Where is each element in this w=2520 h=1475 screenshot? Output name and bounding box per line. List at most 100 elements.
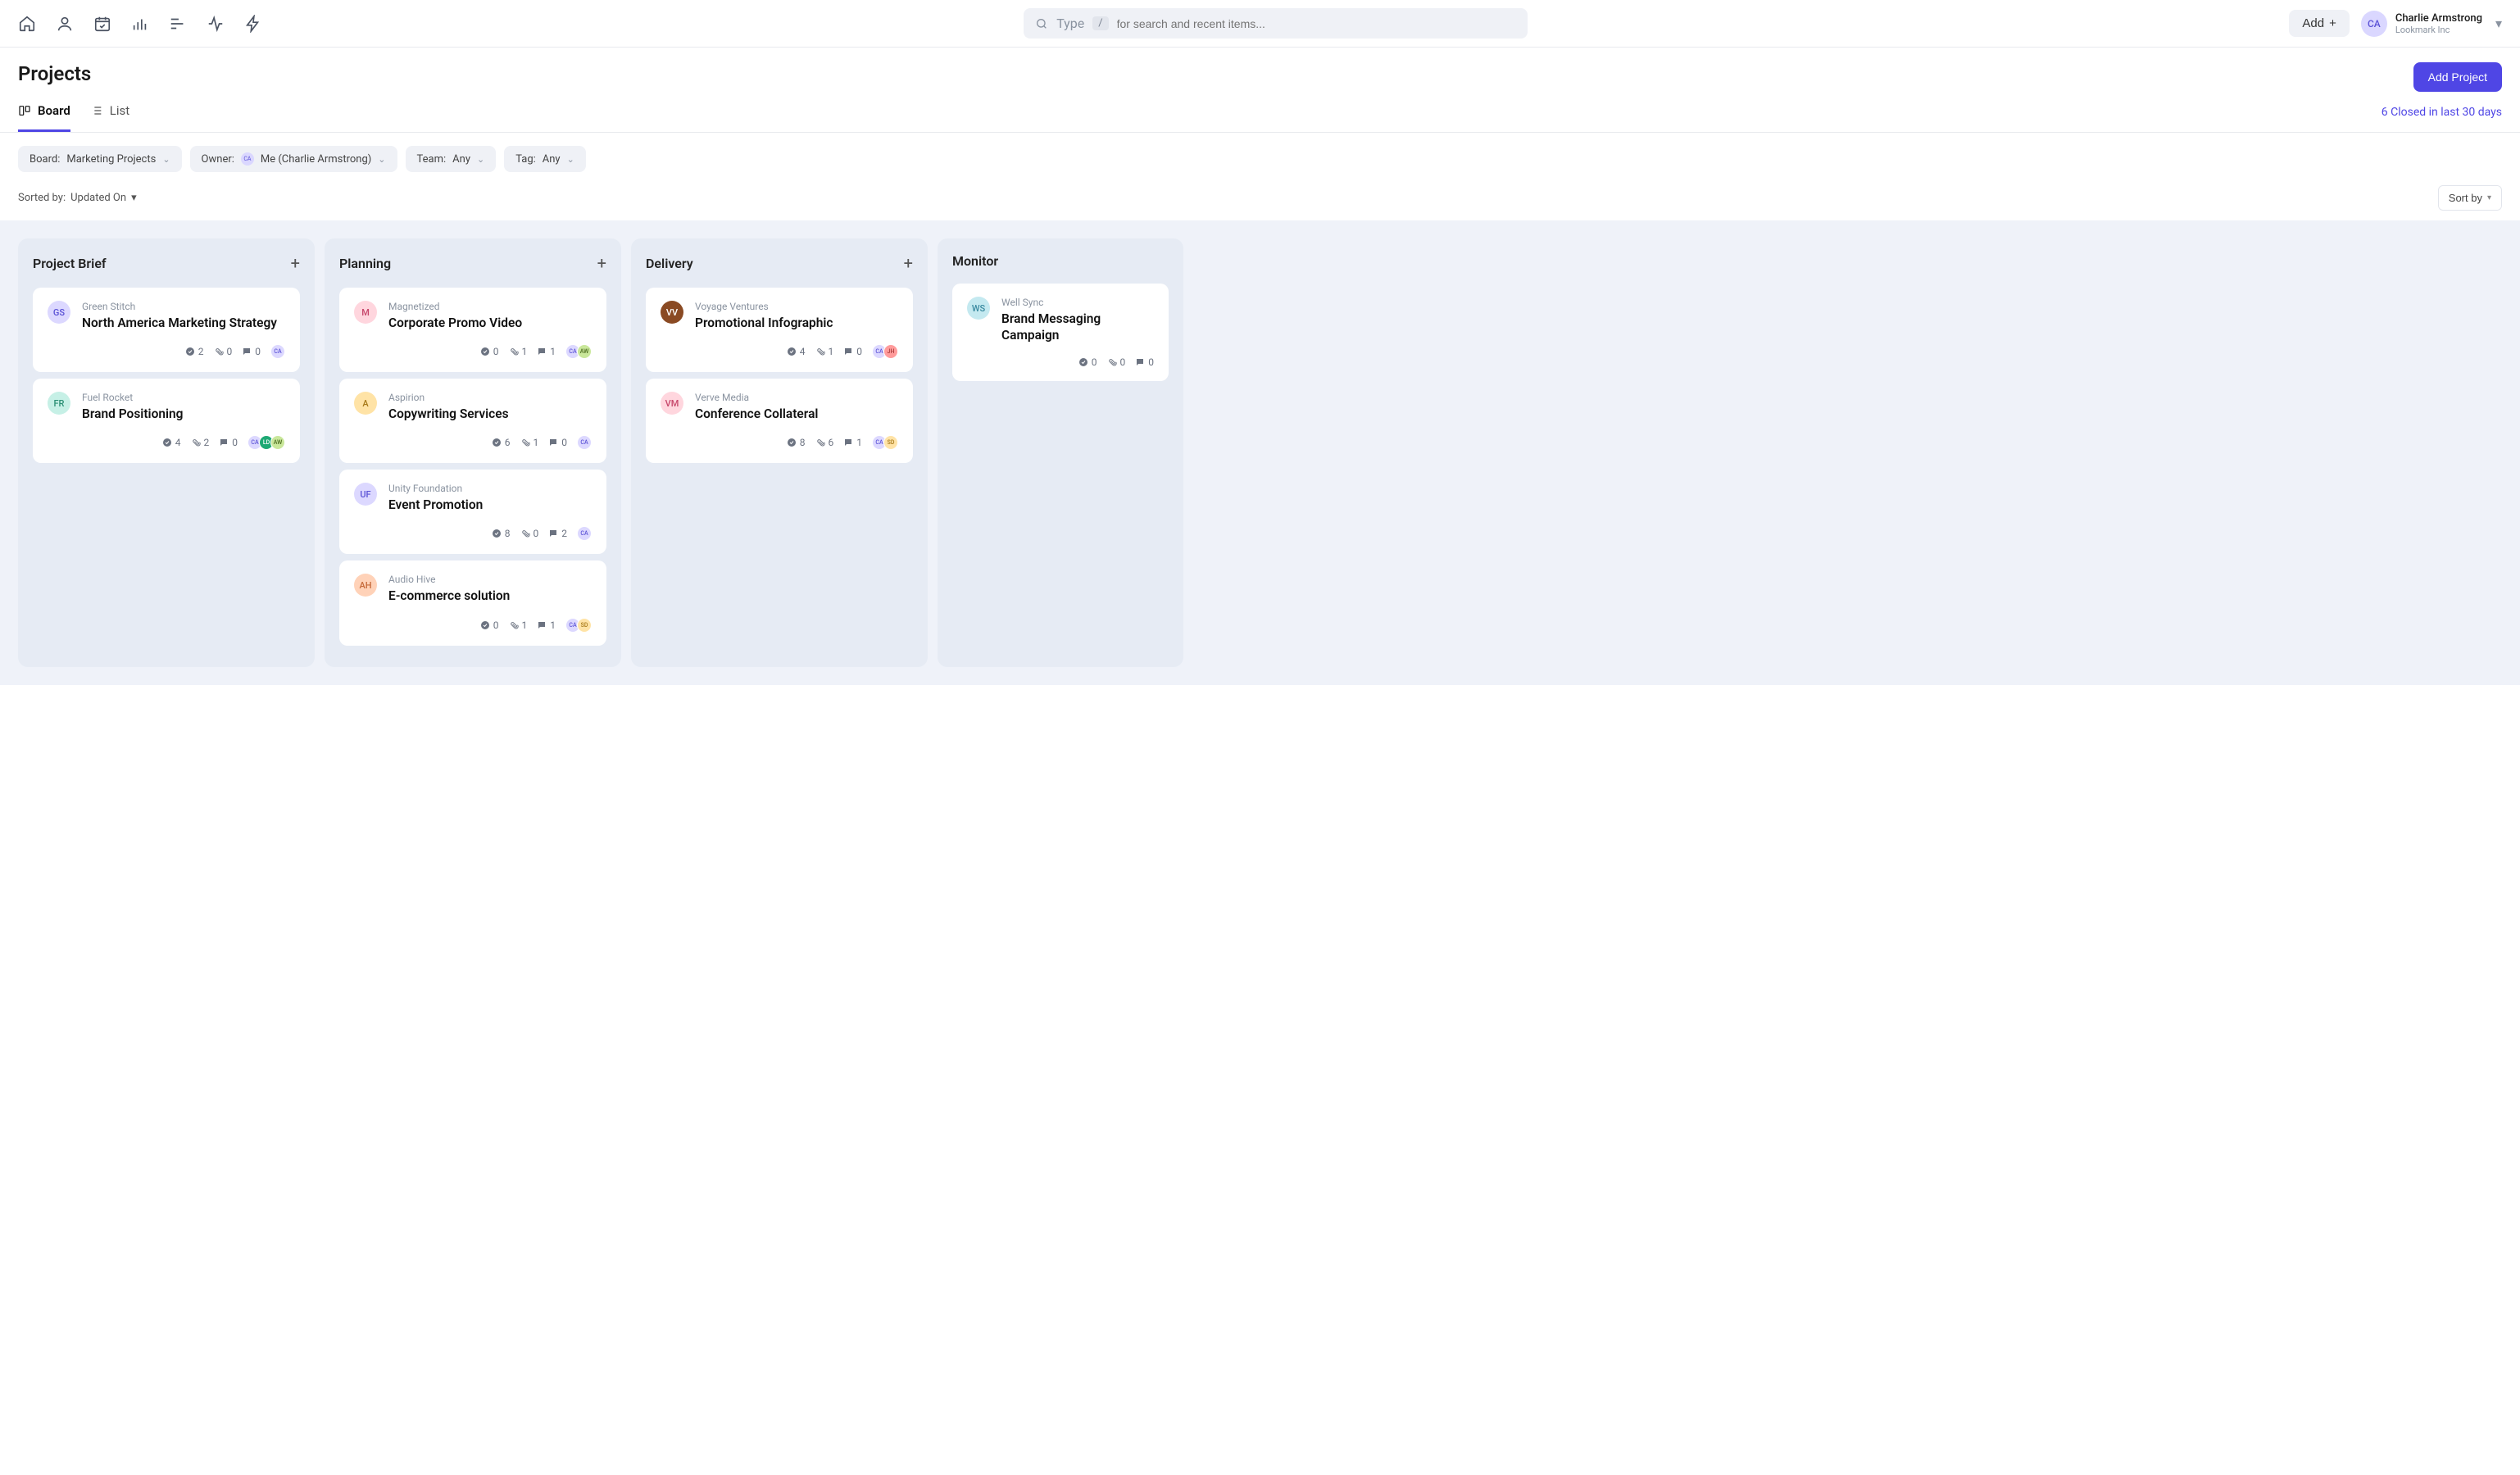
project-name: Brand Messaging Campaign [1001,311,1154,343]
client-avatar: A [354,392,377,415]
project-name: North America Marketing Strategy [82,315,285,331]
tasks-stat: 4 [162,437,181,448]
add-card-icon[interactable]: + [291,253,300,273]
home-icon[interactable] [18,15,36,33]
column-header: Planning+ [339,253,606,273]
sort-button[interactable]: Sort by ▾ [2438,185,2502,211]
member-avatar: CA [577,435,592,450]
column: Planning+MMagnetizedCorporate Promo Vide… [325,238,621,667]
tasks-stat: 4 [787,346,806,357]
column-header: Monitor [952,253,1169,269]
member-avatar: JH [883,344,898,359]
company-name: Lookmark Inc [2395,25,2482,35]
client-name: Audio Hive [388,574,592,585]
tab-list[interactable]: List [90,103,129,132]
project-card[interactable]: UFUnity FoundationEvent Promotion802CA [339,470,606,554]
tab-board-label: Board [38,103,70,118]
tasks-stat: 0 [480,620,499,631]
project-name: Brand Positioning [82,406,285,422]
search-bar[interactable]: Type / [1024,8,1528,39]
search-icon [1035,17,1048,30]
attachments-stat: 2 [191,437,210,448]
member-avatar: AW [270,435,285,450]
tasks-stat: 0 [480,346,499,357]
user-name: Charlie Armstrong [2395,12,2482,25]
comments-stat: 0 [242,346,261,357]
gantt-icon[interactable] [169,15,187,33]
filter-tag[interactable]: Tag: Any⌄ [504,146,586,172]
closed-projects-link[interactable]: 6 Closed in last 30 days [2382,106,2502,130]
nav-icons [18,15,262,33]
list-icon [90,104,103,117]
member-avatar: SD [577,618,592,633]
page-title: Projects [18,62,91,85]
client-avatar: AH [354,574,377,597]
chevron-down-icon: ⌄ [378,154,385,165]
attachments-stat: 1 [509,620,528,631]
client-name: Green Stitch [82,301,285,312]
member-avatar: CA [270,344,285,359]
client-avatar: M [354,301,377,324]
calendar-check-icon[interactable] [93,15,111,33]
members: CALDAW [251,435,285,450]
project-name: Corporate Promo Video [388,315,592,331]
filter-board[interactable]: Board: Marketing Projects⌄ [18,146,182,172]
project-card[interactable]: WSWell SyncBrand Messaging Campaign000 [952,284,1169,381]
tasks-stat: 6 [492,437,511,448]
user-menu[interactable]: CA Charlie Armstrong Lookmark Inc ▾ [2361,11,2502,37]
column-title: Delivery [646,256,693,271]
user-meta: Charlie Armstrong Lookmark Inc [2395,12,2482,35]
tasks-stat: 8 [787,437,806,448]
members: CA [580,526,592,541]
topbar: Type / Add + CA Charlie Armstrong Lookma… [0,0,2520,48]
project-card[interactable]: MMagnetizedCorporate Promo Video011CAAW [339,288,606,372]
project-card[interactable]: AHAudio HiveE-commerce solution011CASD [339,560,606,645]
client-name: Voyage Ventures [695,301,898,312]
tabs-row: Board List 6 Closed in last 30 days [0,92,2520,133]
project-card[interactable]: FRFuel RocketBrand Positioning420CALDAW [33,379,300,463]
chevron-down-icon: ⌄ [477,154,484,165]
members: CASD [875,435,898,450]
client-avatar: WS [967,297,990,320]
chevron-down-icon: ⌄ [567,154,574,165]
project-card[interactable]: VVVoyage VenturesPromotional Infographic… [646,288,913,372]
tasks-stat: 0 [1078,356,1097,368]
sorted-by[interactable]: Sorted by: Updated On ▾ [18,192,137,204]
topbar-right: Add + CA Charlie Armstrong Lookmark Inc … [2289,10,2502,37]
add-card-icon[interactable]: + [597,253,606,273]
add-card-icon[interactable]: + [904,253,913,273]
members: CAAW [569,344,592,359]
search-input[interactable] [1117,17,1517,30]
member-avatar: CA [577,526,592,541]
add-project-button[interactable]: Add Project [2413,62,2502,92]
tab-list-label: List [110,103,129,118]
client-avatar: VV [661,301,683,324]
column-header: Project Brief+ [33,253,300,273]
filter-team[interactable]: Team: Any⌄ [406,146,497,172]
activity-icon[interactable] [207,15,225,33]
attachments-stat: 1 [520,437,539,448]
client-avatar: UF [354,483,377,506]
comments-stat: 0 [1135,356,1154,368]
tab-board[interactable]: Board [18,103,70,132]
project-card[interactable]: GSGreen StitchNorth America Marketing St… [33,288,300,372]
bar-chart-icon[interactable] [131,15,149,33]
comments-stat: 0 [219,437,238,448]
add-button[interactable]: Add + [2289,10,2349,37]
sort-row: Sorted by: Updated On ▾ Sort by ▾ [0,172,2520,220]
project-card[interactable]: VMVerve MediaConference Collateral861CAS… [646,379,913,463]
project-card[interactable]: AAspirionCopywriting Services610CA [339,379,606,463]
client-name: Well Sync [1001,297,1154,308]
column-title: Monitor [952,253,998,269]
lightning-icon[interactable] [244,15,262,33]
filter-owner[interactable]: Owner:CAMe (Charlie Armstrong)⌄ [190,146,397,172]
attachments-stat: 0 [1107,356,1126,368]
column: Monitor WS Well Sync Brand Messaging Campai… [938,238,1183,667]
client-avatar: VM [661,392,683,415]
caret-down-icon: ▾ [131,192,137,204]
attachments-stat: 0 [520,528,539,539]
column: Delivery+VVVoyage VenturesPromotional In… [631,238,928,667]
comments-stat: 1 [537,346,556,357]
board-icon [18,104,31,117]
user-icon[interactable] [56,15,74,33]
